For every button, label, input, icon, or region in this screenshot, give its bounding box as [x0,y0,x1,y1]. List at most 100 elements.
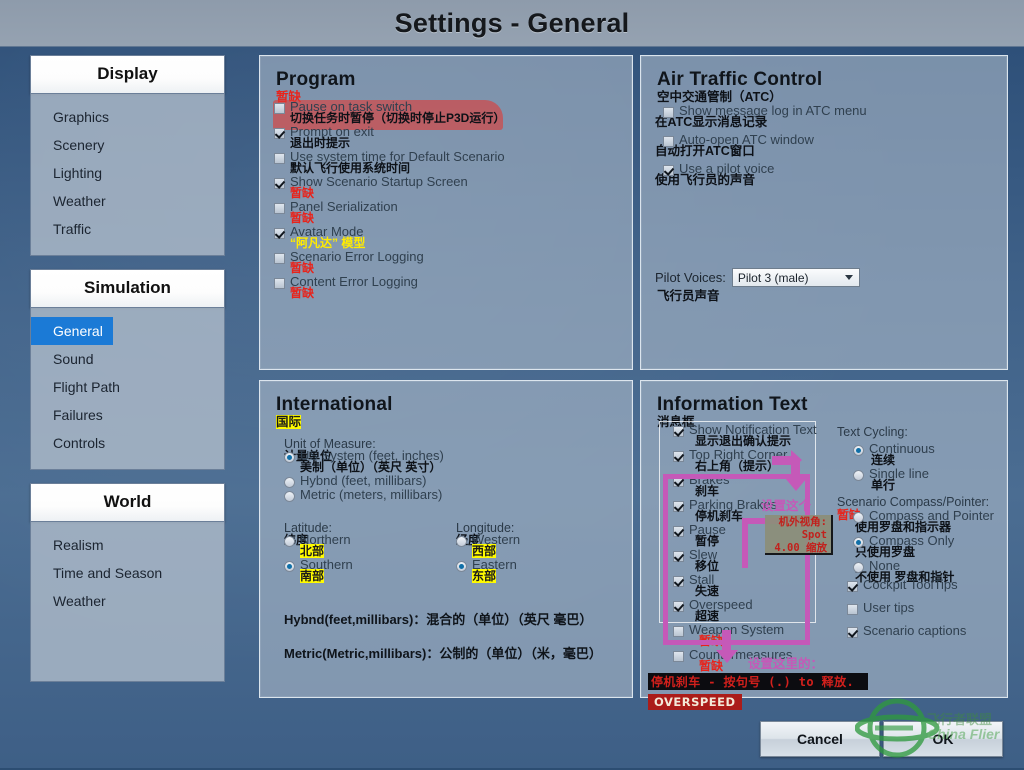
extra-option-checkbox-0[interactable]: Cockpit ToolTips [847,578,966,592]
text-cycling-option-1: Single line单行 [853,467,935,492]
panel-international-title: International [260,381,632,416]
checkbox-icon [673,601,684,612]
international-footnote-1: Hybnd(feet,millibars)：混合的（单位）（英尺 毫巴） [284,609,592,628]
checkbox-icon [274,278,285,289]
radio-icon [853,445,864,456]
info-option-1: Top Right Corner右上角（提示） [673,448,817,473]
checkbox-icon [274,103,285,114]
sidebar-header-display[interactable]: Display [30,55,225,94]
parking-brake-message-bar: 停机刹车 - 按句号 (.) to 释放. [648,673,868,690]
longitude-group: Longitude: 经度 Western西部Eastern东部 [456,521,520,583]
sidebar-item-lighting[interactable]: Lighting [31,159,224,187]
info-option-7: Overspeed超速 [673,598,817,623]
checkbox-icon [274,203,285,214]
extra-option-0: Cockpit ToolTips [847,578,966,592]
sidebar-item-controls[interactable]: Controls [31,429,224,457]
sidebar-group-simulation: GeneralSoundFlight PathFailuresControls [30,308,225,470]
atc-option-0: Show message log in ATC menu在ATC显示消息记录 [663,104,867,129]
program-option-1: Prompt on exit退出时提示 [274,125,505,150]
checkbox-icon [847,604,858,615]
sidebar-item-sound[interactable]: Sound [31,345,224,373]
sidebar-group-world: RealismTime and SeasonWeather [30,522,225,682]
program-option-2: Use system time for Default Scenario默认飞行… [274,150,505,175]
international-footnote-2: Metric(Metric,millibars)：公制的（单位）（米，毫巴） [284,643,602,662]
checkbox-icon [673,501,684,512]
program-option-4: Panel Serialization暂缺 [274,200,505,225]
checkbox-icon [663,165,674,176]
radio-icon [284,536,295,547]
sidebar-item-weather[interactable]: Weather [31,187,224,215]
program-option-7: Content Error Logging暂缺 [274,275,505,300]
checkbox-icon [274,228,285,239]
atc-option-1: Auto-open ATC window自动打开ATC窗口 [663,133,867,158]
info-option-9: Countermeasures暂缺 [673,648,817,673]
unit-option-1: Hybnd (feet, millibars) [284,474,444,488]
panel-program: Program 暂缺 Pause on task switch切换任务时暂停（切… [259,55,633,370]
checkbox-icon [673,476,684,487]
info-option-8: Weapon System暂缺 [673,623,817,648]
info-option-0: Show Notification Text显示退出确认提示 [673,423,817,448]
info-option-6: Stall失速 [673,573,817,598]
checkbox-icon [673,426,684,437]
checkbox-icon [673,651,684,662]
program-option-0: Pause on task switch切换任务时暂停（切换时停止P3D运行） [274,100,505,125]
latitude-option-1: Southern南部 [284,558,353,583]
sidebar-item-graphics[interactable]: Graphics [31,103,224,131]
chevron-down-icon [845,275,853,280]
radio-icon [284,491,295,502]
sidebar-item-time-and-season[interactable]: Time and Season [31,559,224,587]
unit-option-0: US System (feet, inches)美制（单位）（英尺 英寸） [284,449,444,474]
checkbox-icon [673,576,684,587]
panel-international: International 国际 Unit of Measure: 计量单位 U… [259,380,633,698]
panel-international-title-note: 国际 [260,416,632,429]
checkbox-icon [673,526,684,537]
checkbox-icon [673,551,684,562]
sidebar-item-failures[interactable]: Failures [31,401,224,429]
sidebar-item-general[interactable]: General [31,317,113,345]
sidebar-item-weather[interactable]: Weather [31,587,224,615]
longitude-option-1: Eastern东部 [456,558,520,583]
radio-icon [284,477,295,488]
unit-of-measure-group: Unit of Measure: 计量单位 US System (feet, i… [284,437,444,502]
tooltip-line-2: Spot [765,529,827,542]
compass-option-1: Compass Only只使用罗盘 [853,534,994,559]
radio-icon [853,512,864,523]
page-title: Settings - General [395,8,630,39]
radio-icon [284,561,295,572]
atc-option-2: Use a pilot voice使用飞行员的声音 [663,162,867,187]
program-options: Pause on task switch切换任务时暂停（切换时停止P3D运行）P… [274,100,505,300]
sidebar-header-simulation[interactable]: Simulation [30,269,225,308]
sidebar-header-world[interactable]: World [30,483,225,522]
option-label: Scenario captions [863,624,966,638]
sidebar: DisplayGraphicsSceneryLightingWeatherTra… [30,55,225,682]
checkbox-icon [274,253,285,264]
program-option-5: Avatar Mode“阿凡达” 模型 [274,225,505,250]
text-cycling-group: Text Cycling: Continuous连续Single line单行 [837,425,935,492]
option-label: User tips [863,601,914,615]
atc-options: Show message log in ATC menu在ATC显示消息记录 Au… [663,104,867,191]
checkbox-icon [673,626,684,637]
panel-air-traffic-control: Air Traffic Control 空中交通管制（ATC） Show mes… [640,55,1008,370]
extra-option-2: Scenario captions [847,624,966,638]
sidebar-item-realism[interactable]: Realism [31,531,224,559]
unit-option-radio-1[interactable]: Hybnd (feet, millibars) [284,474,444,488]
compass-group: Scenario Compass/Pointer: 暂缺 Compass and… [837,495,994,584]
extra-options: Cockpit ToolTips User tips Scenario captio… [847,578,966,647]
radio-icon [456,561,467,572]
info-option-2: Brakes刹车 [673,473,817,498]
checkbox-icon [663,136,674,147]
sidebar-item-scenery[interactable]: Scenery [31,131,224,159]
latitude-group: Latitude: 纬度 Northern北部Southern南部 [284,521,353,583]
sidebar-item-traffic[interactable]: Traffic [31,215,224,243]
program-option-6: Scenario Error Logging暂缺 [274,250,505,275]
extra-option-checkbox-2[interactable]: Scenario captions [847,624,966,638]
compass-label: Scenario Compass/Pointer: [837,495,994,509]
pilot-voices-select[interactable]: Pilot 3 (male) [732,268,860,287]
pilot-voices-row: Pilot Voices: Pilot 3 (male) [655,268,860,287]
checkbox-icon [663,107,674,118]
extra-option-checkbox-1[interactable]: User tips [847,601,966,615]
sidebar-item-flight-path[interactable]: Flight Path [31,373,224,401]
pilot-voices-note: 飞行员声音 [641,290,720,303]
unit-option-radio-2[interactable]: Metric (meters, millibars) [284,488,444,502]
unit-option-2: Metric (meters, millibars) [284,488,444,502]
